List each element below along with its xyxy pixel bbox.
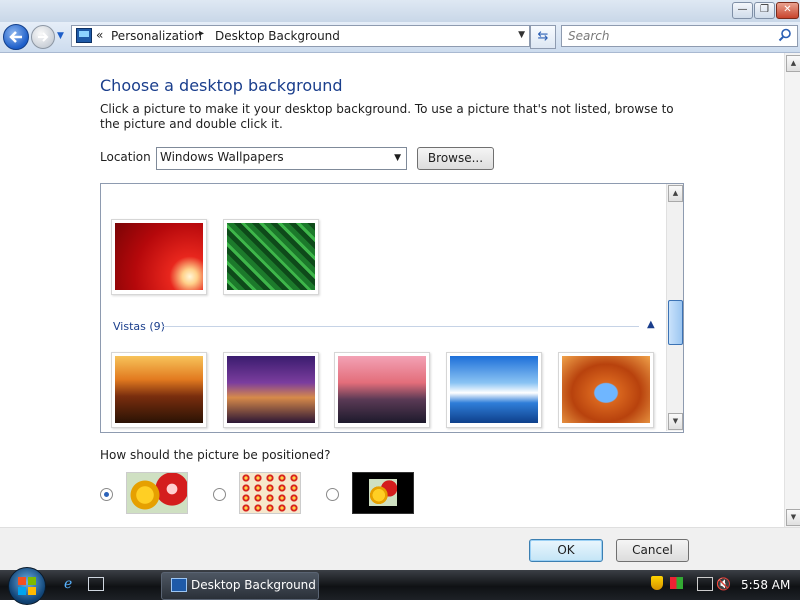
network-icon[interactable]	[697, 577, 713, 591]
position-center-icon[interactable]	[352, 472, 414, 514]
chevron-down-icon: ▼	[394, 153, 401, 163]
pink-sunset-coast-wallpaper-icon	[338, 356, 426, 423]
security-shield-icon[interactable]	[651, 576, 663, 590]
scroll-up-button[interactable]: ▲	[668, 185, 683, 202]
page-scroll-down-button[interactable]: ▼	[786, 509, 800, 526]
breadcrumb-separator[interactable]: ▸	[199, 28, 204, 39]
maximize-button[interactable]: ❐	[754, 2, 775, 19]
control-panel-icon	[76, 28, 92, 43]
search-box[interactable]	[561, 25, 798, 47]
content-pane: Choose a desktop background Click a pict…	[0, 53, 784, 527]
windows-logo-icon	[18, 577, 36, 595]
back-button[interactable]	[3, 24, 29, 50]
position-center-radio[interactable]	[326, 488, 339, 501]
address-dropdown-icon[interactable]: ▼	[518, 30, 525, 40]
blue-sky-dock-wallpaper-icon	[450, 356, 538, 423]
search-input[interactable]	[566, 28, 770, 44]
red-flower-wallpaper-icon	[115, 223, 203, 290]
refresh-button[interactable]: ⇆	[530, 25, 556, 49]
wallpaper-thumb[interactable]	[111, 219, 207, 295]
taskbar-button-label: Desktop Background	[191, 578, 316, 592]
scroll-thumb[interactable]	[668, 300, 683, 345]
breadcrumb-desktop-background[interactable]: Desktop Background	[215, 29, 340, 43]
wallpaper-thumb[interactable]	[558, 352, 654, 428]
position-tile-icon[interactable]	[239, 472, 301, 514]
window-titlebar: — ❐ ✕	[0, 0, 800, 22]
clock[interactable]: 5:58 AM	[741, 578, 790, 592]
search-icon[interactable]	[778, 28, 792, 42]
control-panel-icon	[171, 578, 187, 592]
recent-pages-dropdown[interactable]: ▼	[57, 31, 64, 41]
green-circuit-wallpaper-icon	[227, 223, 315, 290]
switch-windows-icon[interactable]	[88, 577, 104, 591]
close-button[interactable]: ✕	[776, 2, 799, 19]
position-fill-icon[interactable]	[126, 472, 188, 514]
sunset-rocks-wallpaper-icon	[115, 356, 203, 423]
wallpaper-thumb[interactable]	[446, 352, 542, 428]
centered-image-icon	[369, 479, 397, 506]
position-tile-radio[interactable]	[213, 488, 226, 501]
gallery-scrollbar[interactable]: ▲ ▼	[666, 184, 683, 431]
start-button[interactable]	[8, 567, 46, 605]
location-value: Windows Wallpapers	[160, 150, 284, 164]
minimize-button[interactable]: —	[732, 2, 753, 19]
page-title: Choose a desktop background	[100, 76, 343, 95]
bridge-night-wallpaper-icon	[227, 356, 315, 423]
rock-arch-wallpaper-icon	[562, 356, 650, 423]
forward-arrow-icon	[38, 32, 49, 42]
page-scrollbar[interactable]: ▲ ▼	[784, 53, 800, 527]
cancel-button[interactable]: Cancel	[616, 539, 689, 562]
page-scroll-up-button[interactable]: ▲	[786, 55, 800, 72]
address-bar[interactable]: « Personalization ▸ Desktop Background ▼	[71, 25, 530, 47]
group-divider	[163, 326, 639, 327]
refresh-icon: ⇆	[537, 29, 549, 44]
instructions-text: Click a picture to make it your desktop …	[100, 102, 674, 131]
dialog-footer: OK Cancel	[0, 527, 800, 571]
back-arrow-icon	[9, 31, 22, 43]
browse-button[interactable]: Browse...	[417, 147, 494, 170]
ok-button[interactable]: OK	[529, 539, 603, 562]
position-fill-radio[interactable]	[100, 488, 113, 501]
wallpaper-gallery: Vistas (9) ▲	[100, 183, 684, 433]
scroll-down-button[interactable]: ▼	[668, 413, 683, 430]
wallpaper-thumb[interactable]	[223, 352, 319, 428]
internet-explorer-icon[interactable]: ℯ	[64, 577, 78, 591]
windows-flag-icon[interactable]	[670, 577, 683, 589]
forward-button[interactable]	[31, 25, 55, 49]
wallpaper-thumb[interactable]	[334, 352, 430, 428]
location-select[interactable]: Windows Wallpapers ▼	[156, 147, 407, 170]
location-label: Location	[100, 150, 151, 164]
address-overflow-chevron[interactable]: «	[96, 28, 103, 42]
wallpaper-thumb[interactable]	[111, 352, 207, 428]
group-header-vistas[interactable]: Vistas (9)	[113, 320, 165, 333]
collapse-group-icon[interactable]: ▲	[647, 319, 655, 330]
taskbar-button-desktop-background[interactable]: Desktop Background	[161, 572, 319, 600]
wallpaper-thumb[interactable]	[223, 219, 319, 295]
breadcrumb-personalization[interactable]: Personalization	[111, 29, 202, 43]
position-question-label: How should the picture be positioned?	[100, 448, 331, 462]
volume-muted-icon[interactable]: 🔇	[716, 577, 731, 591]
